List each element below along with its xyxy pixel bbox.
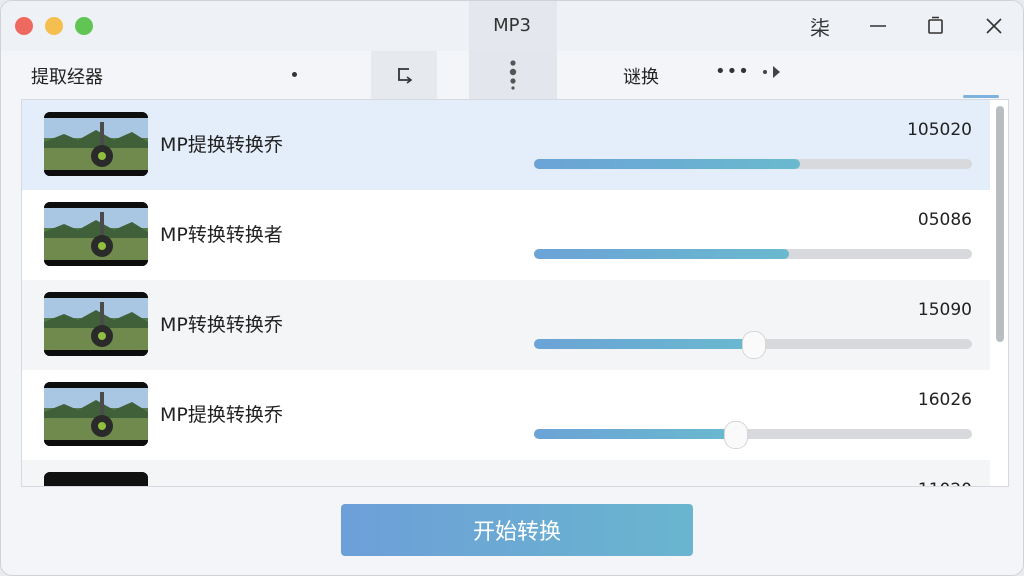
video-thumbnail: [44, 292, 148, 356]
minimize-icon: [870, 25, 886, 27]
toolbar-dot: [292, 72, 297, 77]
active-tab-indicator: [963, 95, 999, 98]
list-item[interactable]: MP提换转换乔 16026: [22, 370, 990, 460]
item-number: 05086: [917, 210, 972, 230]
more-button[interactable]: •••: [715, 61, 750, 82]
video-thumbnail: [44, 112, 148, 176]
pin-button[interactable]: 柒: [803, 11, 837, 41]
toolbar: 提取经器 谜换 •••: [1, 51, 1023, 99]
progress-bar[interactable]: [534, 249, 972, 259]
progress-bar[interactable]: [534, 421, 972, 449]
pin-glyph: 柒: [810, 15, 830, 40]
list-item[interactable]: MP转换转换者 05086: [22, 190, 990, 280]
minimize-button[interactable]: [861, 11, 895, 41]
close-icon: [986, 18, 1002, 34]
video-thumbnail: [44, 382, 148, 446]
progress-fill: [534, 339, 753, 349]
start-convert-button[interactable]: 开始转换: [341, 504, 693, 556]
list-item[interactable]: MP提换转换乔 105020: [22, 100, 990, 190]
item-number: 11020: [918, 480, 972, 486]
app-window: MP3 柒 提取经器 谜换 ••• MP提换转换乔 105020 MP转换转换者…: [0, 0, 1024, 576]
chevron-right-icon: [773, 66, 780, 78]
convert-menu[interactable]: 谜换: [623, 63, 659, 89]
progress-bar[interactable]: [534, 331, 972, 359]
progress-fill: [534, 429, 736, 439]
item-number: 15090: [917, 300, 972, 320]
video-thumbnail: [44, 202, 148, 266]
slider-handle[interactable]: [724, 421, 749, 449]
maximize-icon: [928, 16, 943, 34]
item-title: MP转换转换者: [160, 224, 283, 246]
progress-bar[interactable]: [534, 159, 972, 169]
progress-fill: [534, 249, 789, 259]
extract-menu[interactable]: 提取经器: [31, 63, 103, 89]
list-scrollbar[interactable]: [996, 106, 1004, 342]
item-title: MP提换转换乔: [160, 404, 283, 426]
next-button[interactable]: [763, 65, 781, 79]
progress-fill: [534, 159, 801, 169]
list-item[interactable]: MP转换转换乔 15090: [22, 280, 990, 370]
swap-icon: [398, 68, 413, 84]
tab-active[interactable]: [469, 51, 999, 99]
item-number: 16026: [917, 390, 972, 410]
close-button[interactable]: [977, 11, 1011, 41]
slider-handle[interactable]: [742, 331, 766, 359]
vertical-dots-icon: [509, 60, 517, 90]
maximize-button[interactable]: [919, 11, 953, 41]
title-bar: MP3 柒: [1, 1, 1023, 51]
file-list[interactable]: MP提换转换乔 105020 MP转换转换者 05086 MP转换转换乔 150…: [21, 99, 1009, 487]
item-number: 105020: [907, 120, 972, 140]
next-dot: [763, 70, 767, 74]
video-thumbnail: [44, 472, 148, 486]
swap-button[interactable]: [371, 51, 437, 99]
item-title: MP转换转换乔: [160, 314, 283, 336]
list-item[interactable]: 11020: [22, 460, 990, 486]
item-title: MP提换转换乔: [160, 134, 283, 156]
